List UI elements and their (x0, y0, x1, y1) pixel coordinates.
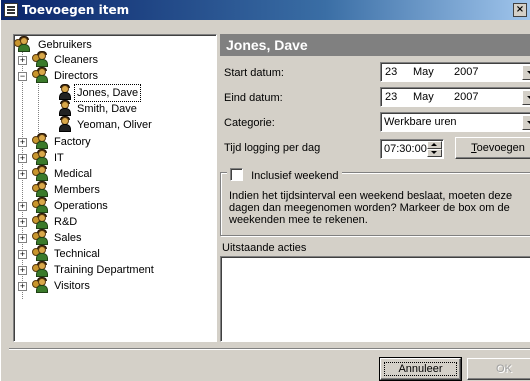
tree-item-label: Factory (54, 136, 91, 148)
start-date-picker[interactable]: 23 May 2007 (380, 62, 530, 82)
dialog-window: Toevoegen item × Gebruikers + Cleaners −… (0, 0, 530, 381)
category-select[interactable]: Werkbare uren (380, 112, 530, 132)
tree-item-label: Visitors (54, 280, 90, 292)
tree-item-label: Directors (54, 70, 99, 82)
user-group-icon (32, 261, 50, 277)
dropdown-arrow-icon[interactable] (522, 65, 530, 80)
user-group-icon (32, 181, 50, 197)
user-group-icon (32, 67, 50, 83)
end-date-picker[interactable]: 23 May 2007 (380, 87, 530, 107)
user-group-icon (32, 245, 50, 261)
tree-item-label: Sales (54, 232, 82, 244)
user-group-icon (32, 51, 50, 67)
tree-user-label: Yeoman, Oliver (77, 119, 152, 131)
dropdown-arrow-icon[interactable] (522, 90, 530, 105)
add-button[interactable]: Toevoegen (455, 137, 530, 159)
expand-icon[interactable]: + (18, 56, 27, 65)
weekend-checkbox[interactable] (230, 168, 243, 181)
spin-down-icon[interactable] (427, 149, 442, 157)
user-icon (58, 100, 72, 116)
tree-item-label: Medical (54, 168, 92, 180)
start-date-label: Start datum: (224, 67, 284, 79)
tree-line (38, 81, 39, 137)
expand-icon[interactable]: + (18, 154, 27, 163)
end-day[interactable]: 23 (385, 88, 397, 106)
detail-header: Jones, Dave (220, 34, 530, 56)
expand-icon[interactable]: + (18, 234, 27, 243)
time-logging-label: Tijd logging per dag (224, 142, 321, 154)
user-group-icon (32, 277, 50, 293)
title-bar[interactable]: Toevoegen item × (1, 0, 530, 20)
weekend-label[interactable]: Inclusief weekend (251, 170, 338, 182)
footer-divider (9, 348, 530, 350)
tree-item-label: IT (54, 152, 64, 164)
pending-actions-label: Uitstaande acties (222, 242, 307, 254)
tree-item-label: R&D (54, 216, 78, 228)
tree-item-label: Operations (54, 200, 108, 212)
expand-icon[interactable]: + (18, 202, 27, 211)
tree-item-label: Members (54, 184, 100, 196)
weekend-groupbox-title[interactable]: Inclusief weekend (227, 166, 342, 182)
dropdown-arrow-icon[interactable] (522, 115, 530, 130)
category-value: Werkbare uren (384, 116, 457, 128)
add-button-label: oevoegen (476, 142, 525, 154)
user-group-icon (32, 213, 50, 229)
expand-icon[interactable]: + (18, 282, 27, 291)
end-date-label: Eind datum: (224, 92, 283, 104)
user-group-icon (32, 229, 50, 245)
pending-actions-textarea[interactable] (220, 256, 530, 342)
tree-item-label: Technical (54, 248, 100, 260)
category-label: Categorie: (224, 117, 275, 129)
start-month[interactable]: May (413, 63, 434, 81)
user-group-icon (14, 36, 32, 52)
ok-button[interactable]: OK (467, 358, 530, 380)
user-icon (58, 84, 72, 100)
user-group-icon (32, 165, 50, 181)
user-group-icon (32, 133, 50, 149)
tree-item-label: Training Department (54, 264, 154, 276)
tree-user-label: Jones, Dave (73, 84, 142, 102)
user-tree[interactable]: Gebruikers + Cleaners − Directors Jones,… (13, 34, 217, 342)
window-title: Toevoegen item (22, 3, 130, 17)
time-input[interactable]: 07:30:00 (380, 139, 444, 159)
expand-icon[interactable]: + (18, 266, 27, 275)
expand-icon[interactable]: + (18, 138, 27, 147)
focus-rect (384, 362, 457, 376)
app-icon (4, 3, 18, 17)
spin-up-icon[interactable] (427, 141, 442, 149)
time-value[interactable]: 07:30:00 (384, 140, 427, 158)
time-spinner[interactable] (427, 141, 442, 157)
weekend-description: Indien het tijdsinterval een weekend bes… (229, 190, 513, 226)
ok-button-label: OK (496, 363, 512, 375)
expand-icon[interactable]: + (18, 170, 27, 179)
collapse-icon[interactable]: − (18, 72, 27, 81)
expand-icon[interactable]: + (18, 218, 27, 227)
start-day[interactable]: 23 (385, 63, 397, 81)
user-group-icon (32, 149, 50, 165)
tree-root-label: Gebruikers (38, 39, 92, 51)
close-button[interactable]: × (513, 3, 527, 17)
tree-item-label: Cleaners (54, 54, 99, 66)
start-year[interactable]: 2007 (454, 63, 478, 81)
user-group-icon (32, 197, 50, 213)
expand-icon[interactable]: + (18, 250, 27, 259)
cancel-button[interactable]: Annuleer (379, 357, 462, 381)
end-year[interactable]: 2007 (454, 88, 478, 106)
tree-user-label: Smith, Dave (77, 103, 137, 115)
end-month[interactable]: May (413, 88, 434, 106)
user-icon (58, 116, 72, 132)
